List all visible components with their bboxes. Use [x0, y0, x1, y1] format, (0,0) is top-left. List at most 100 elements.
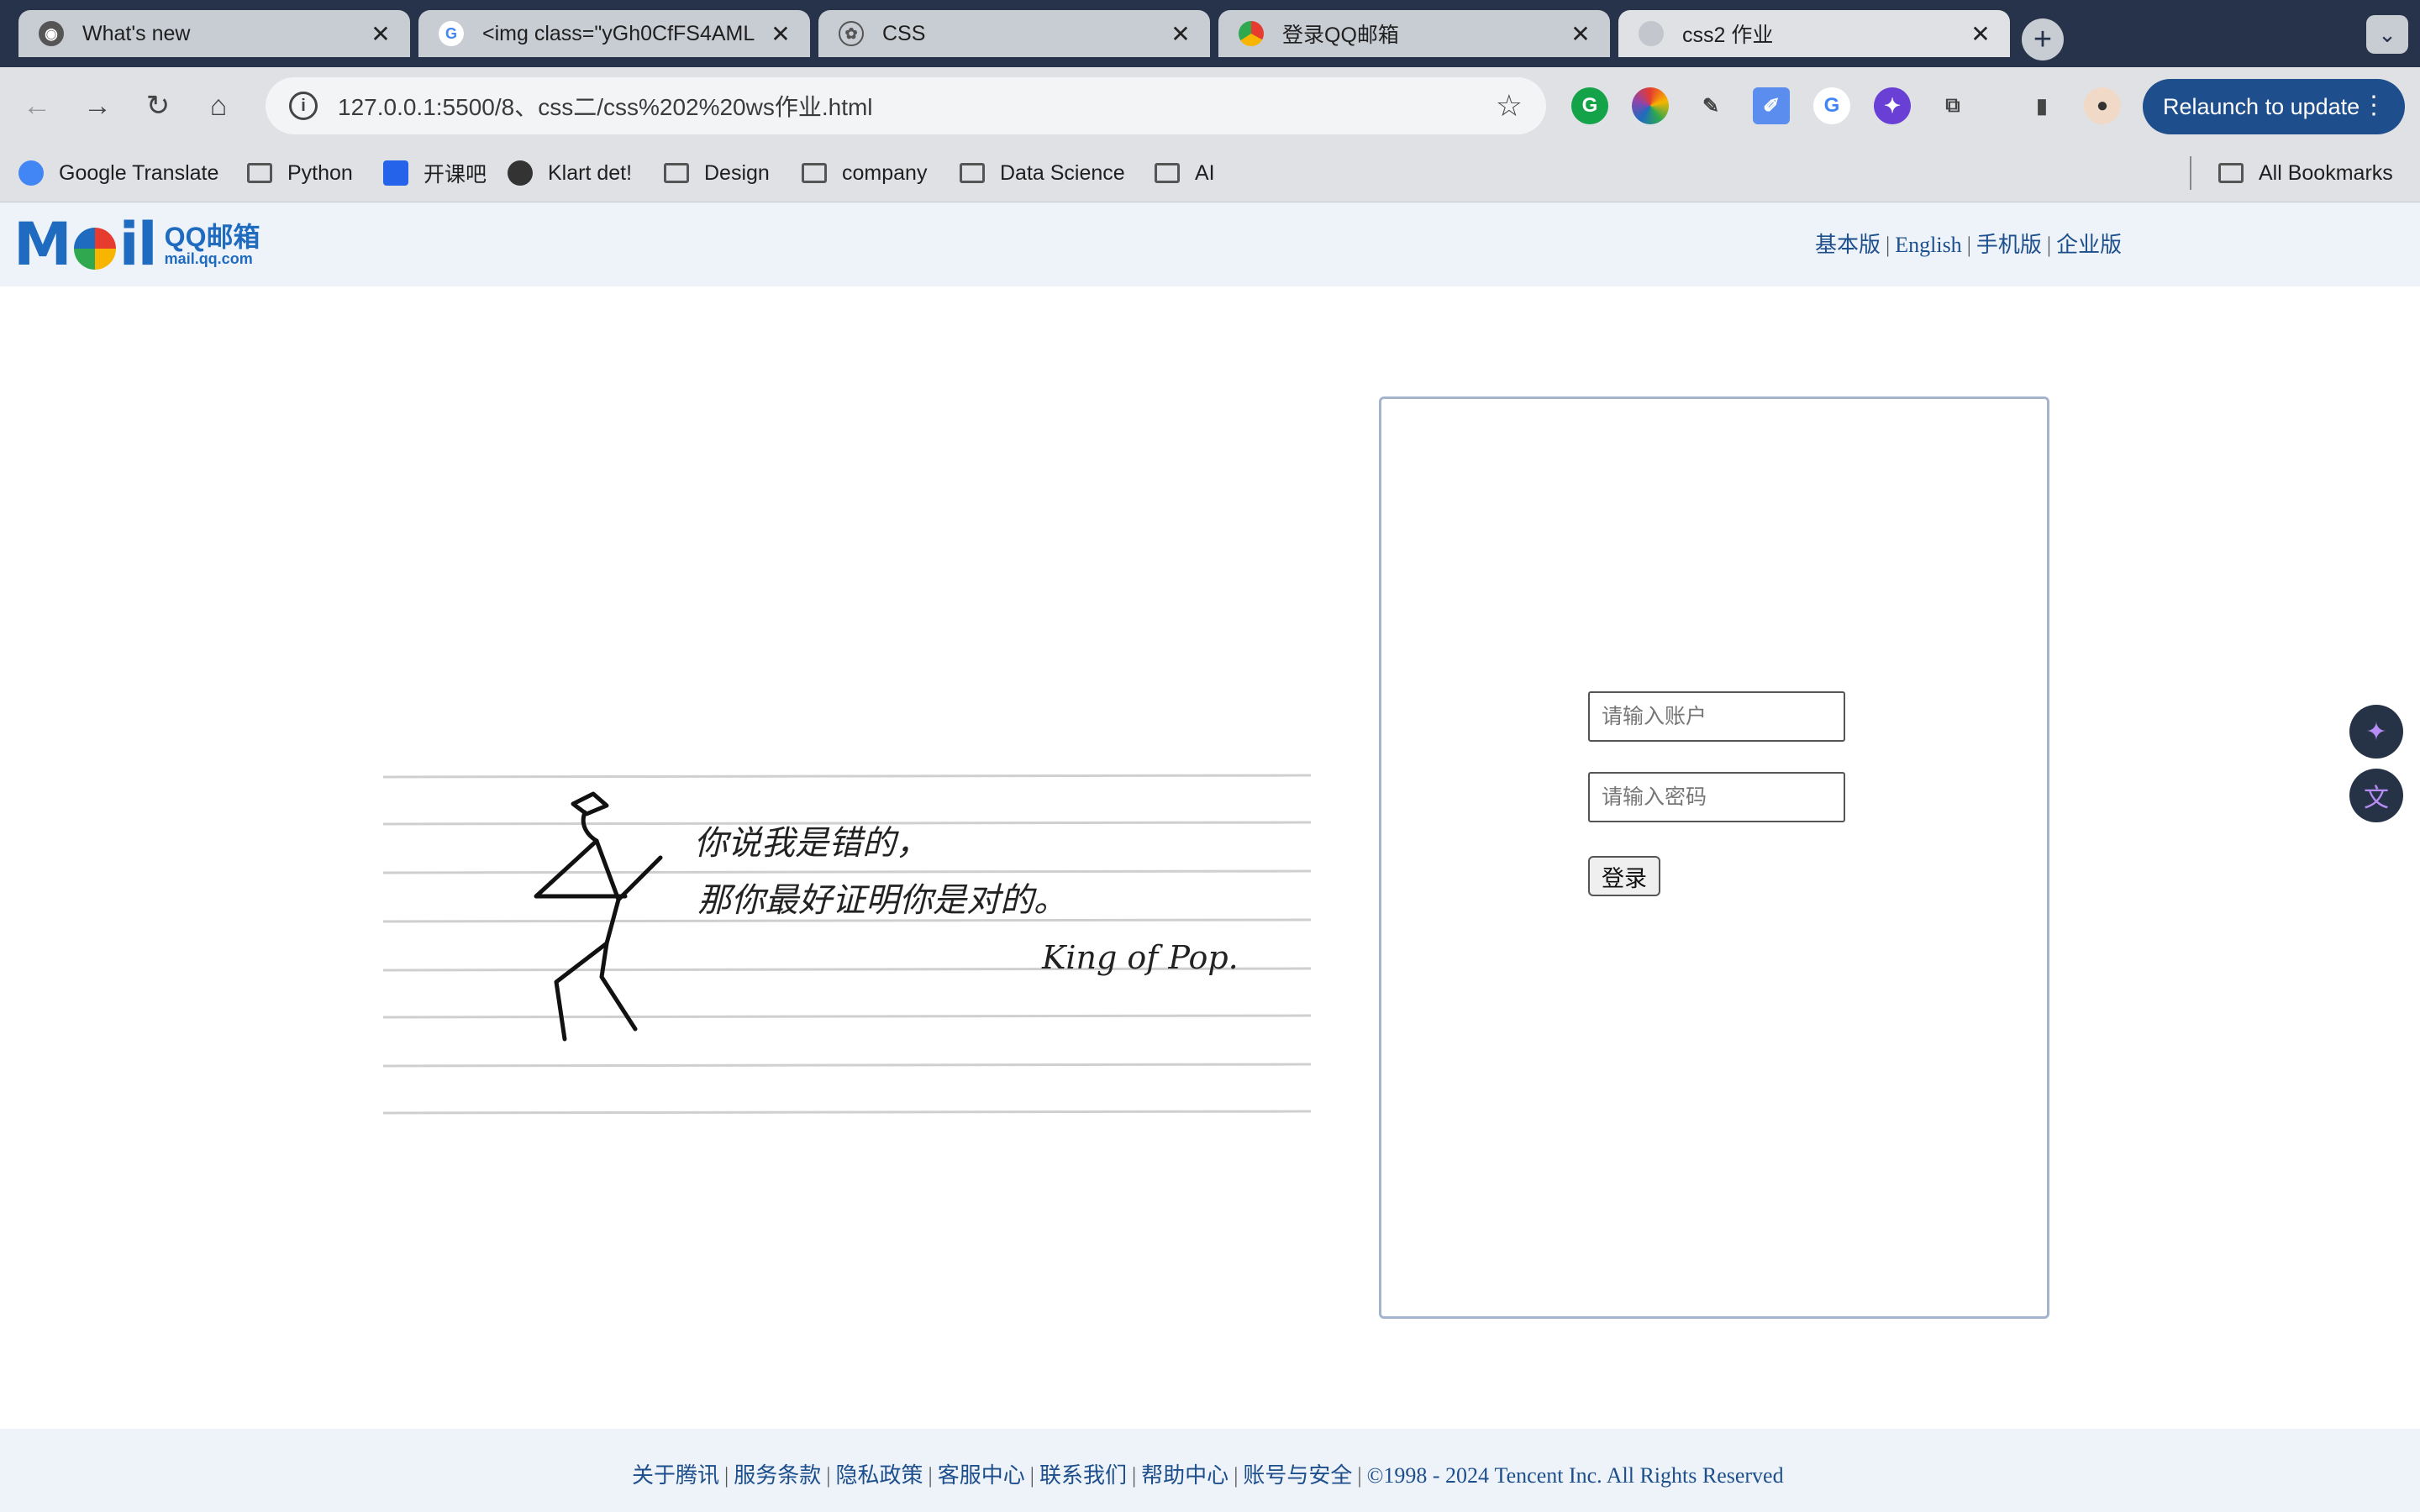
relaunch-to-update-button[interactable]: Relaunch to update ⋮: [2143, 79, 2405, 134]
bookmark-label: company: [842, 160, 928, 185]
sparkle-assistant-icon[interactable]: ✦: [2349, 705, 2403, 759]
separator: |: [1131, 1463, 1137, 1488]
browser-toolbar: ← → ↻ ⌂ i 127.0.0.1:5500/8、css二/css%202%…: [0, 67, 2420, 144]
footer-link-about[interactable]: 关于腾讯: [632, 1463, 719, 1488]
folder-icon: [802, 163, 827, 183]
close-icon[interactable]: ✕: [1968, 20, 1993, 48]
new-tab-button[interactable]: +: [2022, 18, 2064, 60]
menu-dots-icon[interactable]: ⋮: [2361, 91, 2386, 120]
address-bar[interactable]: i 127.0.0.1:5500/8、css二/css%202%20ws作业.h…: [266, 77, 1546, 134]
bookmarks-divider: [2190, 156, 2191, 190]
tab-title: <img class="yGh0CfFS4AML: [482, 21, 755, 45]
translate-icon[interactable]: 文: [2349, 769, 2403, 822]
bookmark-klart-det[interactable]: Klart det!: [508, 155, 632, 192]
side-panel-icon[interactable]: ▮: [2023, 87, 2060, 124]
footer-link-privacy[interactable]: 隐私政策: [835, 1463, 923, 1488]
all-bookmarks-folder[interactable]: All Bookmarks: [2218, 155, 2393, 192]
folder-icon: [664, 163, 689, 183]
tab-title: What's new: [82, 21, 191, 45]
url-text[interactable]: 127.0.0.1:5500/8、css二/css%202%20ws作业.htm…: [338, 89, 1496, 123]
separator: |: [1966, 233, 1971, 257]
tab-css[interactable]: ✿ CSS ✕: [818, 10, 1210, 57]
bookmark-folder-data-science[interactable]: Data Science: [960, 155, 1125, 192]
bookmark-label: Data Science: [1000, 160, 1125, 185]
footer-link-help[interactable]: 帮助中心: [1141, 1463, 1228, 1488]
tab-search-button[interactable]: ⌄: [2366, 15, 2408, 54]
separator: |: [826, 1463, 831, 1488]
link-enterprise-version[interactable]: 企业版: [2056, 233, 2122, 257]
site-header: Mil QQ邮箱 mail.qq.com 基本版 | English | 手机版 | 企业版: [0, 202, 2420, 286]
logo-mail-wordmark: Mil: [13, 215, 158, 274]
ai-assistant-extension-icon[interactable]: ✦: [1874, 87, 1911, 124]
bookmark-google-translate[interactable]: Google Translate: [18, 155, 218, 192]
notes-extension-icon[interactable]: ✐: [1753, 87, 1790, 124]
logo-cn: QQ邮箱: [164, 222, 260, 252]
footer-link-contact[interactable]: 联系我们: [1039, 1463, 1127, 1488]
profile-avatar[interactable]: ●: [2084, 87, 2121, 124]
openai-icon: ✿: [839, 21, 864, 46]
close-icon[interactable]: ✕: [1168, 20, 1193, 48]
logo-m: M: [13, 210, 72, 279]
grammarly-icon[interactable]: G: [1571, 87, 1608, 124]
globe-icon: [1639, 21, 1664, 46]
home-icon[interactable]: ⌂: [200, 87, 237, 124]
browser-tab-strip: ◉ What's new ✕ G <img class="yGh0CfFS4AM…: [0, 0, 2420, 67]
google-translate-extension-icon[interactable]: G: [1813, 87, 1850, 124]
bookmark-label: Design: [704, 160, 770, 185]
footer-link-terms[interactable]: 服务条款: [734, 1463, 821, 1488]
separator: |: [928, 1463, 933, 1488]
reload-icon[interactable]: ↻: [139, 87, 176, 124]
folder-icon: [2218, 163, 2244, 183]
google-icon: G: [439, 21, 464, 46]
chrome-store-icon: [1239, 21, 1264, 46]
relaunch-label: Relaunch to update: [2163, 93, 2360, 119]
footer-copyright: ©1998 - 2024 Tencent Inc. All Rights Res…: [1366, 1463, 1784, 1488]
bookmarks-bar: Google Translate Python 开课吧 Klart det! D…: [0, 144, 2420, 202]
link-basic-version[interactable]: 基本版: [1815, 233, 1881, 257]
bookmark-folder-company[interactable]: company: [802, 155, 927, 192]
bookmark-star-icon[interactable]: ☆: [1496, 88, 1523, 123]
tab-whats-new[interactable]: ◉ What's new ✕: [18, 10, 410, 57]
link-mobile-version[interactable]: 手机版: [1976, 233, 2042, 257]
login-button[interactable]: 登录: [1588, 856, 1660, 896]
tab-css2-homework[interactable]: css2 作业 ✕: [1618, 10, 2010, 57]
link-english[interactable]: English: [1895, 233, 1961, 257]
account-input[interactable]: [1588, 691, 1845, 742]
close-icon[interactable]: ✕: [368, 20, 393, 48]
bookmark-label: AI: [1195, 160, 1215, 185]
site-info-icon[interactable]: i: [289, 92, 318, 120]
bookmark-label: 开课吧: [424, 163, 487, 186]
forward-icon[interactable]: →: [79, 87, 116, 124]
close-icon[interactable]: ✕: [768, 20, 793, 48]
tab-img-class[interactable]: G <img class="yGh0CfFS4AML ✕: [418, 10, 810, 57]
separator: |: [1886, 233, 1891, 257]
separator: |: [1029, 1463, 1034, 1488]
separator: |: [2046, 233, 2052, 257]
qq-mail-logo[interactable]: Mil QQ邮箱 mail.qq.com: [13, 215, 260, 274]
bookmark-kaikeba[interactable]: 开课吧: [383, 155, 487, 192]
klart-det-icon: [508, 160, 533, 186]
eyedropper-icon[interactable]: ✎: [1692, 87, 1729, 124]
header-links: 基本版 | English | 手机版 | 企业版: [1815, 228, 2122, 259]
bookmark-folder-design[interactable]: Design: [664, 155, 770, 192]
web-page: Mil QQ邮箱 mail.qq.com 基本版 | English | 手机版 | 企业版: [0, 202, 2420, 1512]
footer-links: 关于腾讯 | 服务条款 | 隐私政策 | 客服中心 | 联系我们 | 帮助中心 | 账号与安全 | ©199…: [632, 1458, 1784, 1489]
color-picker-icon[interactable]: [1632, 87, 1669, 124]
tab-title: 登录QQ邮箱: [1282, 24, 1399, 47]
tab-qq-mail-login[interactable]: 登录QQ邮箱 ✕: [1218, 10, 1610, 57]
footer-link-support[interactable]: 客服中心: [938, 1463, 1025, 1488]
tab-title: CSS: [882, 21, 926, 45]
extensions-puzzle-icon[interactable]: ⧉: [1934, 87, 1971, 124]
close-icon[interactable]: ✕: [1568, 20, 1593, 48]
site-footer: 关于腾讯 | 服务条款 | 隐私政策 | 客服中心 | 联系我们 | 帮助中心 | 账号与安全 | ©199…: [0, 1429, 2420, 1512]
logo-il: il: [118, 210, 158, 279]
separator: |: [1234, 1463, 1239, 1488]
bookmark-label: Python: [287, 160, 353, 185]
back-icon[interactable]: ←: [18, 87, 55, 124]
footer-link-security[interactable]: 账号与安全: [1243, 1463, 1352, 1488]
bookmark-folder-ai[interactable]: AI: [1155, 155, 1215, 192]
bookmark-folder-python[interactable]: Python: [247, 155, 353, 192]
password-input[interactable]: [1588, 772, 1845, 822]
google-translate-icon: [18, 160, 44, 186]
king-of-pop-banner: 你说我是错的， 那你最好证明你是对的。 King of Pop.: [383, 774, 1311, 1115]
